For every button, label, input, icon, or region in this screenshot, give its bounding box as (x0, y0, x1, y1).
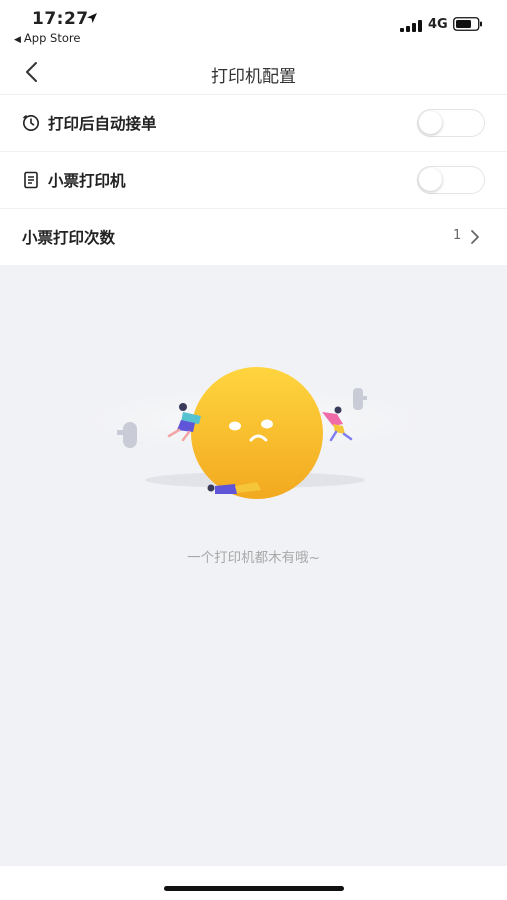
print-count-label: 小票打印次数 (22, 229, 116, 247)
empty-state: 一个打印机都木有哦~ (0, 265, 507, 866)
receipt-icon (24, 171, 38, 189)
sad-face-icon (191, 367, 323, 499)
location-arrow-icon (87, 13, 97, 23)
receipt-printer-toggle[interactable] (417, 166, 485, 194)
empty-message: 一个打印机都木有哦~ (187, 550, 320, 566)
network-type: 4G (428, 17, 448, 32)
status-bar: 17:27 ◀ App Store 4G (0, 0, 507, 50)
setting-row-print-count[interactable]: 小票打印次数 1 (0, 209, 507, 266)
signal-icon (400, 20, 422, 32)
clock-icon (23, 115, 39, 131)
chevron-right-icon (471, 230, 479, 244)
home-area (0, 866, 507, 900)
page-title: 打印机配置 (211, 67, 296, 87)
back-to-app-link[interactable]: ◀ App Store (14, 31, 80, 45)
home-indicator[interactable] (164, 886, 344, 891)
back-triangle-icon: ◀ (14, 35, 21, 45)
auto-accept-label: 打印后自动接单 (48, 115, 157, 133)
back-app-label: App Store (23, 31, 81, 45)
empty-illustration (55, 367, 455, 499)
print-count-value: 1 (453, 228, 462, 243)
setting-row-auto-accept: 打印后自动接单 (0, 95, 507, 152)
receipt-printer-label: 小票打印机 (48, 172, 126, 190)
navigation-bar: 打印机配置 (0, 50, 507, 95)
battery-icon (453, 17, 482, 31)
auto-accept-toggle[interactable] (417, 109, 485, 137)
toggle-knob (419, 168, 442, 191)
setting-row-receipt-printer: 小票打印机 (0, 152, 507, 209)
toggle-knob (419, 111, 442, 134)
status-time: 17:27 (32, 9, 89, 29)
